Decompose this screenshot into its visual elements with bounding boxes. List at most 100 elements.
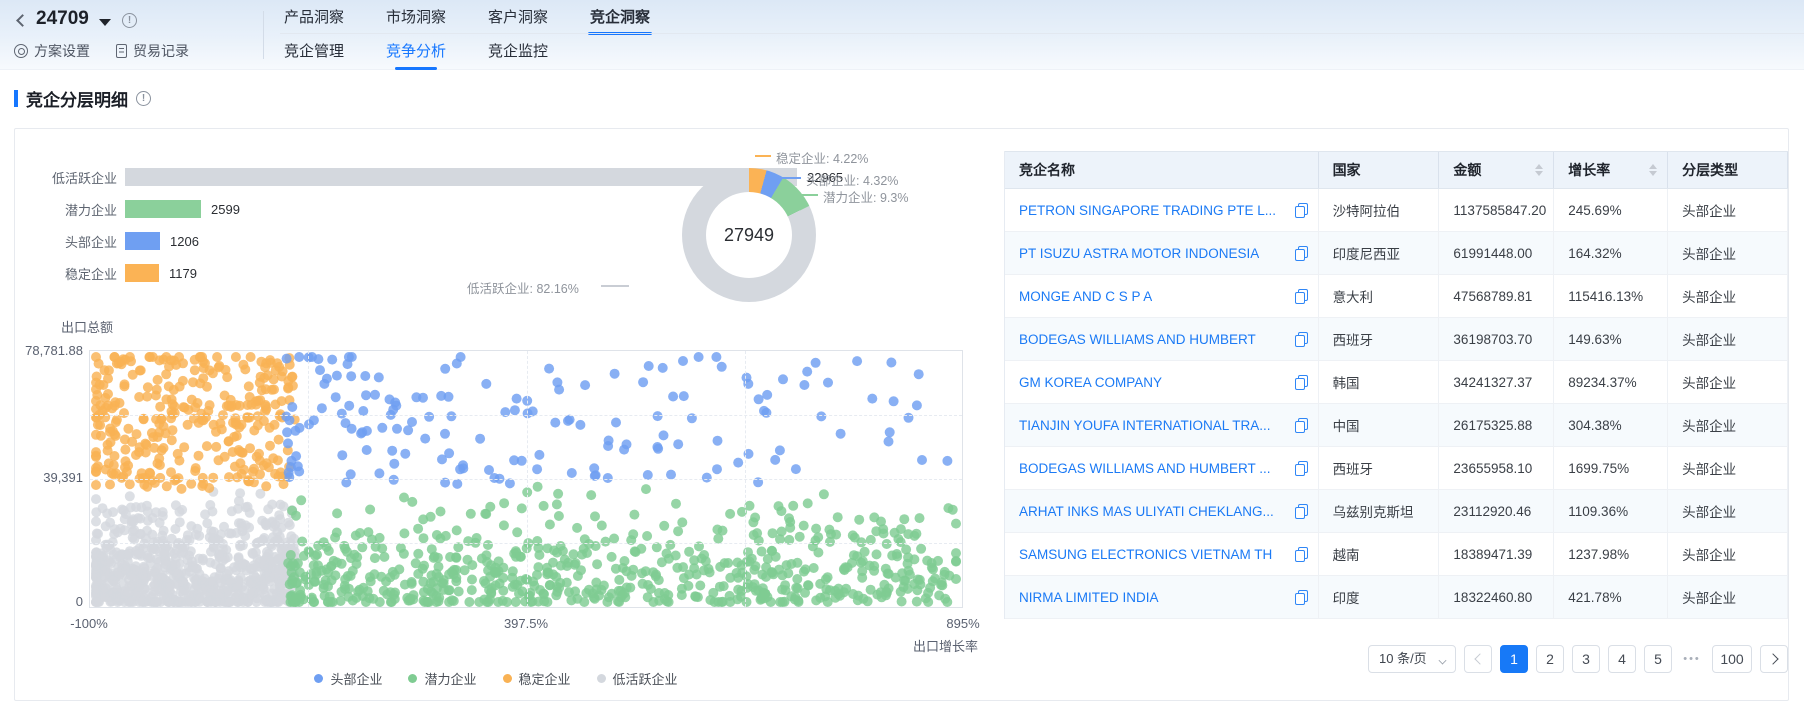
company-link[interactable]: BODEGAS WILLIAMS AND HUMBERT	[1019, 332, 1256, 347]
page-button-3[interactable]: 3	[1572, 645, 1600, 673]
chevron-left-icon	[1474, 653, 1485, 664]
page-size-select[interactable]: 10 条/页	[1368, 645, 1456, 673]
company-link[interactable]: ARHAT INKS MAS ULIYATI CHEKLANG...	[1019, 504, 1274, 519]
amount-cell: 61991448.00	[1439, 232, 1554, 274]
section-header: 竞企分层明细 !	[14, 86, 151, 111]
company-cell: GM KOREA COMPANY	[1005, 361, 1319, 403]
copy-icon[interactable]	[1295, 375, 1308, 390]
page-button-1[interactable]: 1	[1500, 645, 1528, 673]
copy-icon[interactable]	[1295, 203, 1308, 218]
donut-leader-line	[796, 194, 818, 196]
table-row: GM KOREA COMPANY韩国34241327.3789234.37%头部…	[1005, 361, 1788, 404]
bar-value: 1179	[169, 266, 197, 281]
sort-carets[interactable]	[1535, 164, 1543, 176]
next-page-button[interactable]	[1760, 645, 1788, 673]
copy-icon[interactable]	[1295, 590, 1308, 605]
company-cell: TIANJIN YOUFA INTERNATIONAL TRA...	[1005, 404, 1319, 446]
table-body: PETRON SINGAPORE TRADING PTE L...沙特阿拉伯11…	[1005, 189, 1788, 619]
copy-icon[interactable]	[1295, 332, 1308, 347]
growth-cell: 1699.75%	[1554, 447, 1668, 489]
company-cell: ARHAT INKS MAS ULIYATI CHEKLANG...	[1005, 490, 1319, 532]
tab-产品洞察[interactable]: 产品洞察	[282, 0, 346, 35]
copy-icon[interactable]	[1295, 418, 1308, 433]
copy-icon[interactable]	[1295, 246, 1308, 261]
copy-icon[interactable]	[1295, 547, 1308, 562]
prev-page-button[interactable]	[1464, 645, 1492, 673]
growth-cell: 304.38%	[1554, 404, 1668, 446]
amount-cell: 23112920.46	[1439, 490, 1554, 532]
page-button-100[interactable]: 100	[1712, 645, 1752, 673]
info-icon[interactable]: !	[122, 13, 137, 28]
page-button-4[interactable]: 4	[1608, 645, 1636, 673]
company-link[interactable]: MONGE AND C S P A	[1019, 289, 1152, 304]
section-title: 竞企分层明细	[26, 86, 128, 111]
page-button-2[interactable]: 2	[1536, 645, 1564, 673]
column-header-金额[interactable]: 金额	[1439, 152, 1554, 188]
bar-row: 头部企业1206	[29, 231, 199, 251]
header-actions: 方案设置 贸易记录	[14, 40, 189, 62]
company-link[interactable]: PETRON SINGAPORE TRADING PTE L...	[1019, 203, 1276, 218]
tab-市场洞察[interactable]: 市场洞察	[384, 0, 448, 35]
layer-type-cell: 头部企业	[1668, 318, 1788, 360]
caret-down-icon[interactable]	[99, 19, 111, 26]
bar-row: 潜力企业2599	[29, 199, 240, 219]
column-header-label: 竞企名称	[1019, 160, 1075, 180]
donut-callout-inactive: 低活跃企业: 82.16%	[467, 278, 579, 297]
plan-title[interactable]: 24709	[36, 8, 89, 30]
subtab-竞争分析[interactable]: 竞争分析	[384, 35, 448, 70]
company-link[interactable]: NIRMA LIMITED INDIA	[1019, 590, 1159, 605]
table-row: ARHAT INKS MAS ULIYATI CHEKLANG... 乌兹别克斯坦…	[1005, 490, 1788, 533]
secondary-tabs: 竞企管理 竞争分析 竞企监控	[282, 36, 550, 68]
donut-leader-line	[755, 155, 771, 157]
company-cell: SAMSUNG ELECTRONICS VIETNAM TH	[1005, 533, 1319, 575]
company-link[interactable]: GM KOREA COMPANY	[1019, 375, 1162, 390]
tab-竞企洞察[interactable]: 竞企洞察	[588, 0, 652, 35]
app-header: 24709 ! 方案设置 贸易记录 产品洞察市场洞察客户洞察竞企洞察 竞企管理竞…	[0, 0, 1804, 70]
gear-icon	[14, 44, 28, 58]
column-header-label: 金额	[1453, 160, 1481, 180]
copy-icon[interactable]	[1295, 289, 1308, 304]
column-header-label: 国家	[1333, 160, 1361, 180]
legend-item-稳定企业[interactable]: 稳定企业	[503, 669, 571, 688]
bar[interactable]	[125, 168, 797, 186]
amount-cell: 36198703.70	[1439, 318, 1554, 360]
bar[interactable]	[125, 264, 159, 282]
column-header-增长率[interactable]: 增长率	[1554, 152, 1668, 188]
bar-category-label: 低活跃企业	[29, 168, 125, 187]
bar[interactable]	[125, 200, 201, 218]
bar[interactable]	[125, 232, 160, 250]
plan-settings-button[interactable]: 方案设置	[14, 41, 90, 61]
country-cell: 韩国	[1319, 361, 1440, 403]
company-link[interactable]: BODEGAS WILLIAMS AND HUMBERT ...	[1019, 461, 1271, 476]
scatter-x-title: 出口增长率	[913, 636, 978, 655]
subtab-竞企管理[interactable]: 竞企管理	[282, 35, 346, 70]
trade-records-button[interactable]: 贸易记录	[116, 41, 189, 61]
tab-客户洞察[interactable]: 客户洞察	[486, 0, 550, 35]
company-link[interactable]: TIANJIN YOUFA INTERNATIONAL TRA...	[1019, 418, 1271, 433]
company-link[interactable]: SAMSUNG ELECTRONICS VIETNAM TH	[1019, 547, 1272, 562]
legend-label: 低活跃企业	[613, 669, 678, 688]
company-link[interactable]: PT ISUZU ASTRA MOTOR INDONESIA	[1019, 246, 1259, 261]
country-cell: 乌兹别克斯坦	[1319, 490, 1440, 532]
gridline	[90, 415, 962, 416]
sort-carets[interactable]	[1649, 164, 1657, 176]
chevron-right-icon	[1767, 653, 1778, 664]
legend-item-潜力企业[interactable]: 潜力企业	[408, 669, 476, 688]
subtab-竞企监控[interactable]: 竞企监控	[486, 35, 550, 70]
layer-share-donut-chart: 27949	[682, 168, 816, 302]
legend-item-低活跃企业[interactable]: 低活跃企业	[597, 669, 678, 688]
header-divider	[263, 11, 264, 59]
y-tick-max: 78,781.88	[15, 343, 83, 358]
layer-type-cell: 头部企业	[1668, 490, 1788, 532]
scatter-y-title: 出口总额	[61, 317, 113, 336]
section-info-icon[interactable]: !	[136, 91, 151, 106]
back-icon[interactable]	[16, 14, 29, 27]
legend-item-头部企业[interactable]: 头部企业	[314, 669, 382, 688]
country-cell: 越南	[1319, 533, 1440, 575]
copy-icon[interactable]	[1295, 461, 1308, 476]
page-ellipsis[interactable]: •••	[1680, 653, 1704, 665]
copy-icon[interactable]	[1295, 504, 1308, 519]
column-header-竞企名称: 竞企名称	[1005, 152, 1319, 188]
donut-callout-potential: 潜力企业: 9.3%	[823, 187, 908, 206]
page-button-5[interactable]: 5	[1644, 645, 1672, 673]
